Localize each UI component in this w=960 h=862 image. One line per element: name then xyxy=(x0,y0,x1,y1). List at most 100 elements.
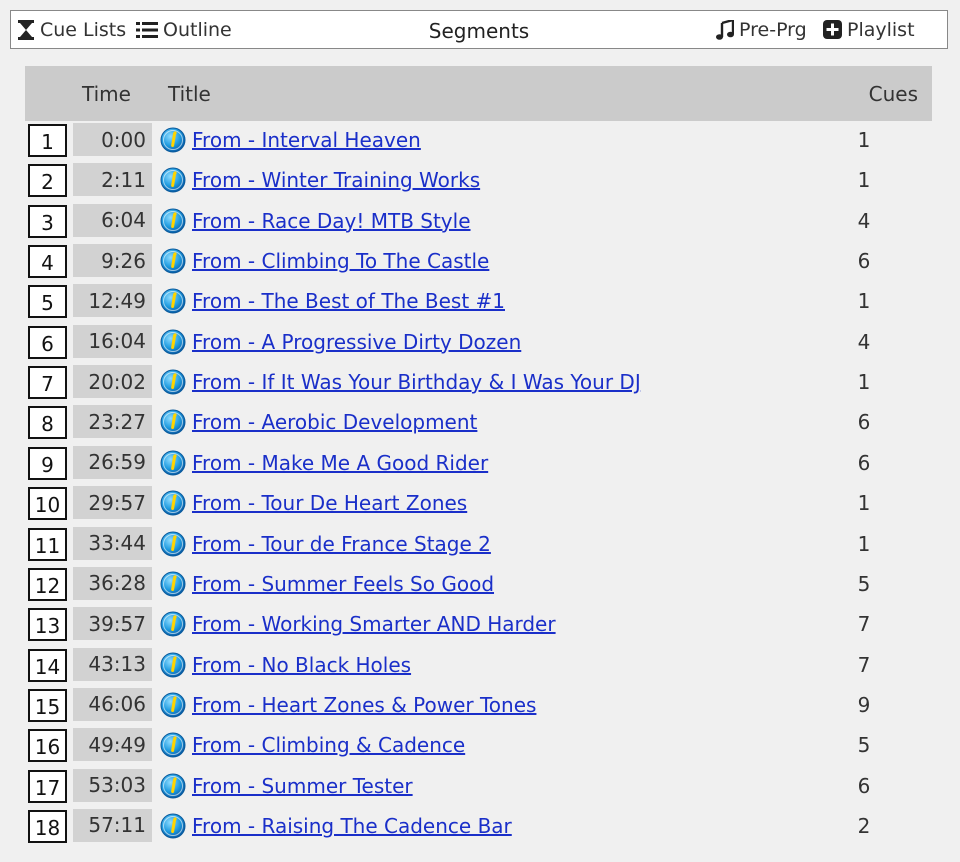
segment-number: 1 xyxy=(28,124,67,157)
segment-time: 46:06 xyxy=(73,687,152,721)
segment-title-link[interactable]: From - Summer Feels So Good xyxy=(192,569,494,599)
table-row: 8 23:27 From - Aerobic Development 6 xyxy=(24,405,934,441)
info-icon[interactable] xyxy=(160,409,186,435)
segment-title-link[interactable]: From - Aerobic Development xyxy=(192,407,477,437)
segment-time: 49:49 xyxy=(73,728,152,762)
segment-cue-count: 6 xyxy=(857,773,871,798)
segment-title-link[interactable]: From - Interval Heaven xyxy=(192,125,421,155)
segment-cue-count: 1 xyxy=(857,370,871,395)
table-row: 3 6:04 From - Race Day! MTB Style 4 xyxy=(24,203,934,240)
info-icon[interactable] xyxy=(160,208,186,234)
table-header: Time Title Cues xyxy=(25,66,932,121)
table-row: 15 46:06 From - Heart Zones & Power Tone… xyxy=(24,687,934,724)
segment-title-link[interactable]: From - Winter Training Works xyxy=(192,165,480,195)
info-icon[interactable] xyxy=(160,288,186,314)
segment-number: 4 xyxy=(28,245,67,279)
info-icon[interactable] xyxy=(160,127,186,153)
segment-title-link[interactable]: From - Tour de France Stage 2 xyxy=(192,529,491,559)
table-row: 7 20:02 From - If It Was Your Birthday &… xyxy=(24,365,934,401)
info-icon[interactable] xyxy=(160,248,186,274)
segment-cue-count: 6 xyxy=(857,249,871,274)
segment-cue-count: 1 xyxy=(857,289,871,314)
segment-cue-count: 7 xyxy=(857,612,871,637)
segment-number: 14 xyxy=(28,648,67,682)
segment-cue-count: 1 xyxy=(857,491,871,516)
segment-number: 17 xyxy=(28,769,67,803)
table-row: 2 2:11 From - Winter Training Works 1 xyxy=(24,163,934,199)
segment-title-link[interactable]: From - Make Me A Good Rider xyxy=(192,448,488,478)
segment-cue-count: 5 xyxy=(857,733,871,758)
segment-cue-count: 9 xyxy=(857,692,871,717)
segment-title-link[interactable]: From - Tour De Heart Zones xyxy=(192,488,467,518)
segment-number: 9 xyxy=(28,446,67,480)
segment-title-link[interactable]: From - A Progressive Dirty Dozen xyxy=(192,327,521,357)
column-header-cues: Cues xyxy=(868,81,918,106)
segment-title-link[interactable]: From - No Black Holes xyxy=(192,650,411,680)
segment-title-link[interactable]: From - Working Smarter AND Harder xyxy=(192,609,556,639)
info-icon[interactable] xyxy=(160,329,186,355)
segment-time: 26:59 xyxy=(73,445,152,479)
segment-time: 53:03 xyxy=(73,768,152,802)
info-icon[interactable] xyxy=(160,369,186,395)
segment-cue-count: 1 xyxy=(857,531,871,556)
info-icon[interactable] xyxy=(160,450,186,476)
table-row: 12 36:28 From - Summer Feels So Good 5 xyxy=(24,566,934,603)
table-row: 17 53:03 From - Summer Tester 6 xyxy=(24,768,934,805)
segment-title-link[interactable]: From - Climbing To The Castle xyxy=(192,246,489,276)
segment-time: 43:13 xyxy=(73,647,152,681)
segment-time: 0:00 xyxy=(73,123,152,156)
table-row: 1 0:00 From - Interval Heaven 1 xyxy=(24,123,934,159)
playlist-button[interactable]: Playlist xyxy=(823,11,915,48)
segment-time: 39:57 xyxy=(73,607,152,641)
segment-title-link[interactable]: From - Climbing & Cadence xyxy=(192,730,465,760)
segment-number: 15 xyxy=(28,688,67,722)
info-icon[interactable] xyxy=(160,692,186,718)
info-icon[interactable] xyxy=(160,167,186,193)
segment-time: 16:04 xyxy=(73,324,152,358)
column-header-title: Title xyxy=(168,81,211,106)
segment-title-link[interactable]: From - Heart Zones & Power Tones xyxy=(192,690,536,720)
info-icon[interactable] xyxy=(160,652,186,678)
info-icon[interactable] xyxy=(160,732,186,758)
segment-time: 9:26 xyxy=(73,244,152,278)
segment-number: 2 xyxy=(28,164,67,198)
segment-number: 11 xyxy=(28,527,67,561)
segment-cue-count: 6 xyxy=(857,410,871,435)
table-row: 14 43:13 From - No Black Holes 7 xyxy=(24,647,934,684)
segment-title-link[interactable]: From - The Best of The Best #1 xyxy=(192,286,505,316)
table-row: 13 39:57 From - Working Smarter AND Hard… xyxy=(24,607,934,643)
info-icon[interactable] xyxy=(160,531,186,557)
pre-prg-label: Pre-Prg xyxy=(739,18,807,41)
segments-table: Time Title Cues 1 0:00 From - Interval H… xyxy=(24,63,934,862)
segment-cue-count: 7 xyxy=(857,652,871,677)
segment-time: 57:11 xyxy=(73,808,152,842)
segment-time: 33:44 xyxy=(73,526,152,560)
info-icon[interactable] xyxy=(160,773,186,799)
column-header-time: Time xyxy=(82,81,131,106)
segment-title-link[interactable]: From - Race Day! MTB Style xyxy=(192,206,471,236)
segment-title-link[interactable]: From - Raising The Cadence Bar xyxy=(192,811,512,841)
info-icon[interactable] xyxy=(160,571,186,597)
segment-time: 2:11 xyxy=(73,163,152,197)
segment-number: 7 xyxy=(28,366,67,400)
segment-number: 18 xyxy=(28,809,67,843)
table-row: 6 16:04 From - A Progressive Dirty Dozen… xyxy=(24,324,934,361)
segment-number: 6 xyxy=(28,325,67,359)
info-icon[interactable] xyxy=(160,813,186,839)
segment-number: 8 xyxy=(28,406,67,440)
segment-title-link[interactable]: From - Summer Tester xyxy=(192,771,413,801)
segment-time: 29:57 xyxy=(73,486,152,520)
top-toolbar: Cue Lists Outline Segments Pre-Prg Playl… xyxy=(10,10,948,49)
info-icon[interactable] xyxy=(160,490,186,516)
table-row: 16 49:49 From - Climbing & Cadence 5 xyxy=(24,728,934,764)
segment-cue-count: 2 xyxy=(857,813,871,838)
info-icon[interactable] xyxy=(160,611,186,637)
segment-number: 5 xyxy=(28,285,67,319)
playlist-label: Playlist xyxy=(847,18,915,41)
segment-time: 23:27 xyxy=(73,405,152,439)
pre-prg-button[interactable]: Pre-Prg xyxy=(716,11,807,48)
segment-cue-count: 1 xyxy=(857,128,871,152)
table-row: 10 29:57 From - Tour De Heart Zones 1 xyxy=(24,486,934,522)
segment-title-link[interactable]: From - If It Was Your Birthday & I Was Y… xyxy=(192,367,641,397)
segment-cue-count: 5 xyxy=(857,571,871,596)
